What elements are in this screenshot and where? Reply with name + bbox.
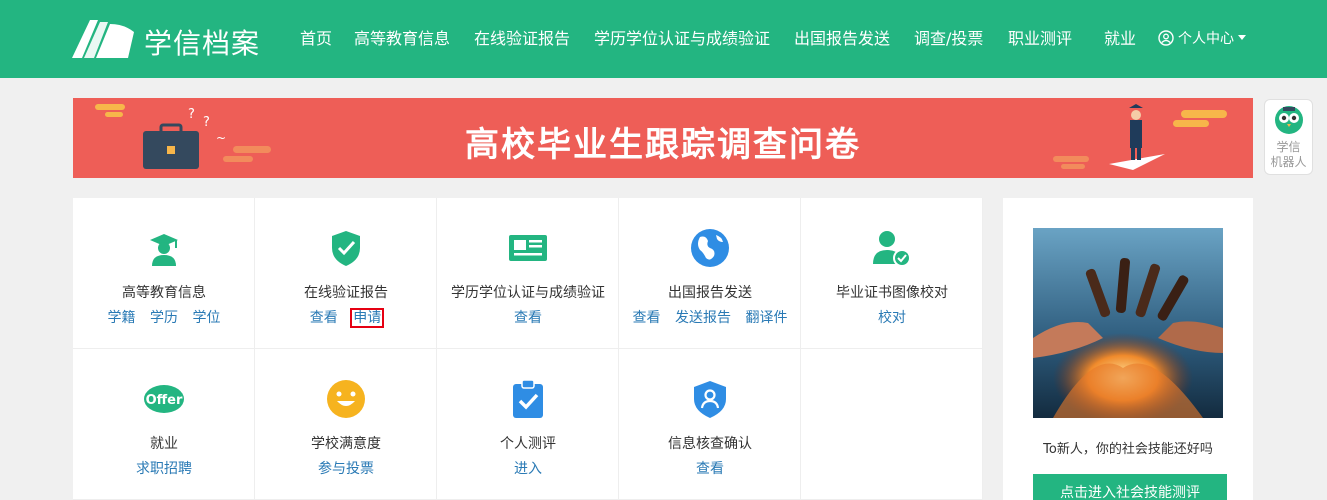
link-view-verify[interactable]: 查看	[696, 461, 724, 477]
nav-online-report[interactable]: 在线验证报告	[474, 28, 570, 50]
service-personal-assessment: 个人测评 进入	[437, 349, 619, 500]
service-online-report: 在线验证报告 查看 申请	[255, 198, 437, 349]
survey-banner[interactable]: ? ? ~ 高校毕业生跟踪调查问卷	[73, 98, 1253, 178]
service-title: 毕业证书图像校对	[836, 285, 948, 301]
robot-assistant[interactable]: 学信 机器人	[1264, 99, 1313, 175]
service-title: 高等教育信息	[122, 285, 206, 301]
shield-check-icon	[332, 231, 360, 266]
nav-certification[interactable]: 学历学位认证与成绩验证	[594, 28, 770, 50]
service-higher-education: 高等教育信息 学籍 学历 学位	[73, 198, 255, 349]
link-xueli[interactable]: 学历	[150, 310, 178, 326]
service-title: 信息核查确认	[668, 436, 752, 452]
link-job-search[interactable]: 求职招聘	[136, 461, 192, 477]
promo-caption: To新人，你的社会技能还好吗	[1043, 442, 1213, 457]
promo-image[interactable]	[1033, 228, 1223, 418]
logo-icon[interactable]	[72, 18, 134, 58]
link-xuewei[interactable]: 学位	[192, 310, 220, 326]
link-view-report[interactable]: 查看	[310, 310, 338, 326]
promo-panel: To新人，你的社会技能还好吗 点击进入社会技能测评	[1003, 198, 1253, 500]
link-translation[interactable]: 翻译件	[745, 310, 787, 326]
user-circle-icon	[1158, 30, 1174, 46]
service-title: 学历学位认证与成绩验证	[451, 285, 605, 301]
service-overseas-report: 出国报告发送 查看 发送报告 翻译件	[619, 198, 801, 349]
banner-title: 高校毕业生跟踪调查问卷	[465, 125, 861, 165]
link-vote[interactable]: 参与投票	[318, 461, 374, 477]
nav-overseas-report[interactable]: 出国报告发送	[794, 28, 890, 50]
svg-text:Offer: Offer	[146, 393, 183, 408]
user-center-menu[interactable]: 个人中心	[1158, 28, 1246, 50]
smile-icon	[327, 380, 365, 418]
offer-icon: Offer	[144, 385, 184, 413]
caret-down-icon	[1238, 35, 1246, 40]
robot-label-line2: 机器人	[1270, 155, 1307, 169]
brand-name[interactable]: 学信档案	[144, 22, 260, 62]
service-title: 出国报告发送	[668, 285, 752, 301]
service-employment: Offer 就业 求职招聘	[73, 349, 255, 500]
nav-higher-education[interactable]: 高等教育信息	[354, 28, 450, 50]
graduate-icon	[150, 234, 178, 266]
service-title: 就业	[150, 436, 178, 452]
top-header: 学信档案 首页 高等教育信息 在线验证报告 学历学位认证与成绩验证 出国报告发送…	[0, 0, 1327, 78]
service-info-verify: 信息核查确认 查看	[619, 349, 801, 500]
user-check-icon	[873, 231, 911, 267]
link-apply-report[interactable]: 申请	[350, 308, 385, 328]
service-title: 个人测评	[500, 436, 556, 452]
nav-employment[interactable]: 就业	[1104, 28, 1136, 50]
service-title: 在线验证报告	[304, 285, 388, 301]
user-center-label: 个人中心	[1178, 31, 1234, 47]
robot-label-line1: 学信	[1276, 140, 1301, 154]
nav-career-assessment[interactable]: 职业测评	[1008, 28, 1072, 50]
service-satisfaction: 学校满意度 参与投票	[255, 349, 437, 500]
services-grid: 高等教育信息 学籍 学历 学位 在线验证报告 查看 申请 学历学位认证与成绩验证…	[73, 198, 983, 500]
link-view-overseas[interactable]: 查看	[633, 310, 661, 326]
link-view-certification[interactable]: 查看	[514, 310, 542, 326]
link-proofread[interactable]: 校对	[878, 310, 906, 326]
skill-assessment-button[interactable]: 点击进入社会技能测评	[1033, 474, 1227, 500]
service-certification: 学历学位认证与成绩验证 查看	[437, 198, 619, 349]
empty-cell	[801, 349, 983, 500]
user-shield-icon	[694, 381, 726, 418]
clipboard-check-icon	[513, 379, 543, 418]
service-diploma-check: 毕业证书图像校对 校对	[801, 198, 983, 349]
link-send-report[interactable]: 发送报告	[675, 310, 731, 326]
service-title: 学校满意度	[311, 436, 381, 452]
id-card-icon	[509, 235, 547, 261]
link-xueji[interactable]: 学籍	[108, 310, 136, 326]
nav-survey-vote[interactable]: 调查/投票	[914, 28, 983, 50]
globe-icon	[691, 229, 729, 267]
nav-home[interactable]: 首页	[300, 28, 332, 50]
link-enter[interactable]: 进入	[514, 461, 542, 477]
owl-robot-icon	[1275, 106, 1303, 134]
